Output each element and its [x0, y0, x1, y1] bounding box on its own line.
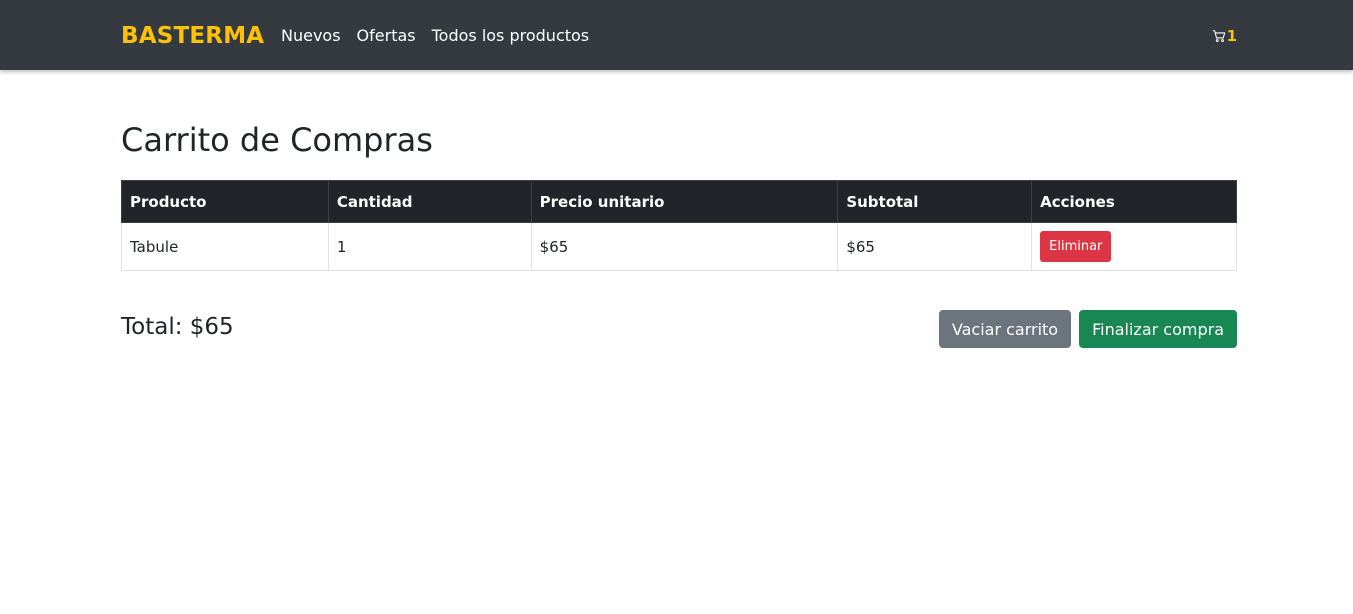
- cell-quantity: 1: [327, 222, 532, 271]
- cart-actions: Vaciar carrito Finalizar compra: [938, 310, 1237, 348]
- cart-total: Total: $65: [121, 314, 234, 340]
- nav-link-todos-los-productos[interactable]: Todos los productos: [432, 26, 590, 46]
- table-row: Tabule 1 $65 $65 Eliminar: [121, 222, 1237, 271]
- cart-count-badge: 1: [1226, 27, 1237, 45]
- clear-cart-button[interactable]: Vaciar carrito: [938, 310, 1072, 348]
- nav-link-ofertas[interactable]: Ofertas: [357, 26, 416, 46]
- table-header-row: Producto Cantidad Precio unitario Subtot…: [121, 180, 1237, 223]
- navbar: BASTERMA Nuevos Ofertas Todos los produc…: [0, 0, 1353, 70]
- remove-item-button[interactable]: Eliminar: [1040, 231, 1112, 262]
- cell-subtotal: $65: [837, 222, 1033, 271]
- cell-actions: Eliminar: [1031, 222, 1237, 271]
- column-header-precio-unitario: Precio unitario: [530, 180, 839, 223]
- checkout-button[interactable]: Finalizar compra: [1079, 310, 1237, 348]
- brand-logo[interactable]: BASTERMA: [121, 22, 264, 50]
- cart-table: Producto Cantidad Precio unitario Subtot…: [121, 180, 1237, 271]
- cell-product: Tabule: [121, 222, 329, 271]
- column-header-subtotal: Subtotal: [837, 180, 1033, 223]
- cart-link[interactable]: 1: [1212, 28, 1237, 44]
- cell-unit-price: $65: [530, 222, 839, 271]
- column-header-producto: Producto: [121, 180, 329, 223]
- column-header-acciones: Acciones: [1031, 180, 1237, 223]
- nav-link-nuevos[interactable]: Nuevos: [281, 26, 341, 46]
- page-title: Carrito de Compras: [121, 121, 433, 159]
- nav-links: Nuevos Ofertas Todos los productos: [281, 26, 589, 46]
- column-header-cantidad: Cantidad: [327, 180, 532, 223]
- cart-icon: [1212, 29, 1226, 43]
